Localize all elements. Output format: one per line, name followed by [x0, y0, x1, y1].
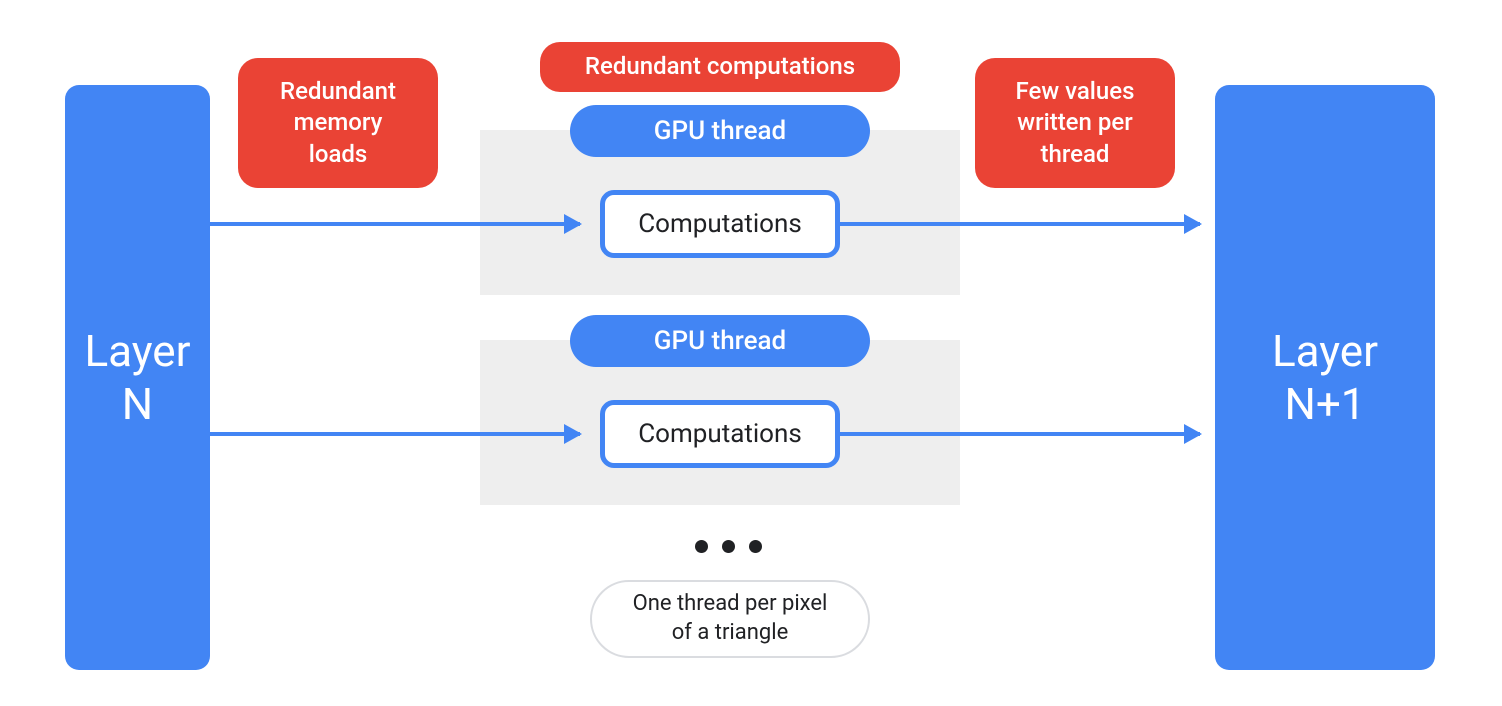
- gpu-thread-label-1: GPU thread: [654, 116, 786, 146]
- dot-icon: [695, 540, 708, 553]
- callout-few-values: Few values written per thread: [975, 58, 1175, 188]
- computations-box-2: Computations: [600, 400, 840, 468]
- callout-redundant-computations-text: Redundant computations: [585, 51, 855, 82]
- layer-n-label: Layer N: [84, 325, 190, 431]
- computations-label-1: Computations: [638, 209, 802, 239]
- gpu-thread-pill-1: GPU thread: [570, 105, 870, 157]
- dot-icon: [749, 540, 762, 553]
- callout-redundant-memory: Redundant memory loads: [238, 58, 438, 188]
- gpu-thread-pill-2: GPU thread: [570, 315, 870, 367]
- dot-icon: [722, 540, 735, 553]
- arrow-comp-2-to-right: [840, 432, 1200, 436]
- layer-n-box: Layer N: [65, 85, 210, 670]
- computations-label-2: Computations: [638, 419, 802, 449]
- ellipsis-dots: [695, 540, 762, 553]
- callout-few-values-text: Few values written per thread: [1016, 76, 1135, 170]
- computations-box-1: Computations: [600, 190, 840, 258]
- gpu-thread-label-2: GPU thread: [654, 326, 786, 356]
- arrow-comp-1-to-right: [840, 222, 1200, 226]
- layer-n1-box: Layer N+1: [1215, 85, 1435, 670]
- callout-redundant-computations: Redundant computations: [540, 42, 900, 92]
- footer-note-pill: One thread per pixel of a triangle: [590, 580, 870, 658]
- callout-redundant-memory-text: Redundant memory loads: [280, 76, 396, 170]
- arrow-left-to-comp-1: [210, 222, 580, 226]
- layer-n1-label: Layer N+1: [1272, 325, 1378, 431]
- footer-note-text: One thread per pixel of a triangle: [633, 590, 828, 647]
- arrow-left-to-comp-2: [210, 432, 580, 436]
